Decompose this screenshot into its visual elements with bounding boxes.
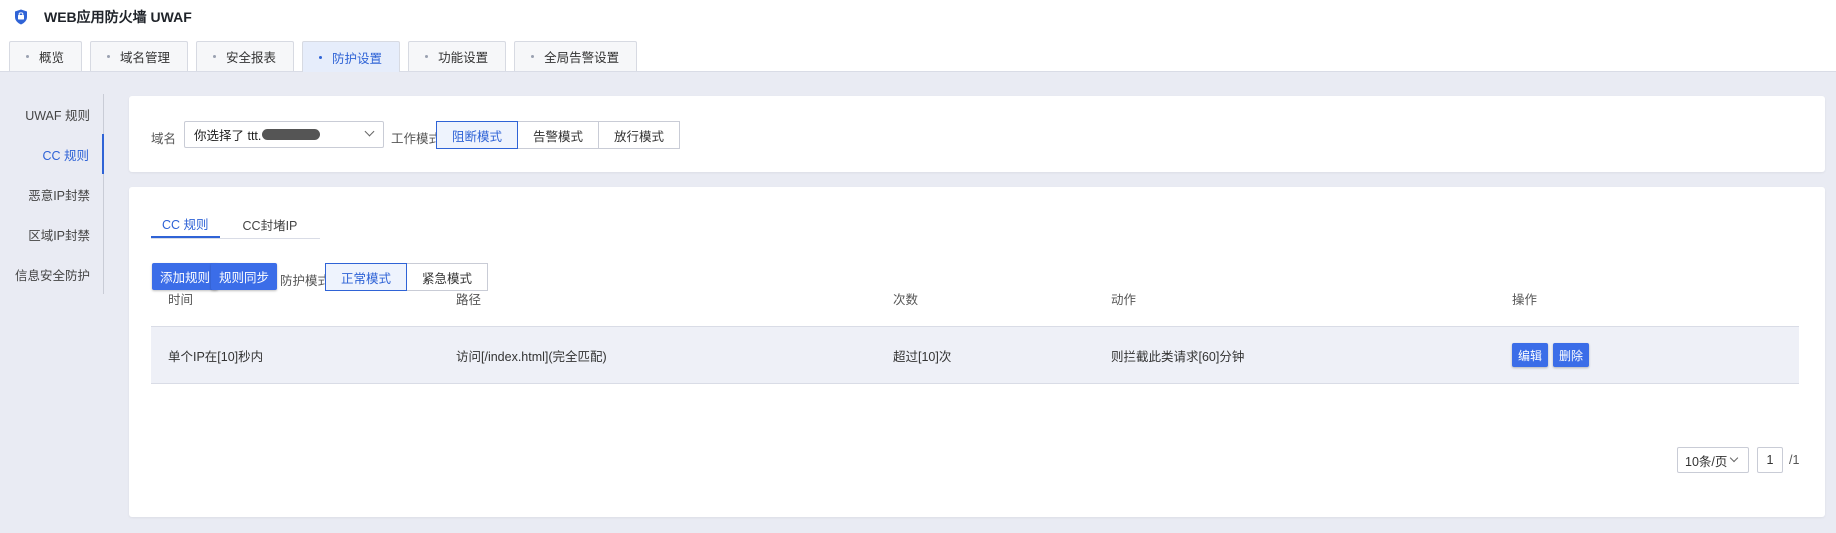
column-header-time: 时间 <box>168 293 194 307</box>
chevron-down-icon <box>364 126 375 137</box>
cell-operations: 编辑 删除 <box>1509 343 1799 367</box>
page-number-input[interactable]: 1 <box>1757 447 1783 473</box>
tab-label: 安全报表 <box>226 51 277 65</box>
page-total: /1 <box>1789 453 1800 467</box>
tab-feature-settings[interactable]: 功能设置 <box>408 41 507 71</box>
tab-label: 功能设置 <box>438 51 489 65</box>
mode-normal-button[interactable]: 正常模式 <box>325 263 408 291</box>
tab-label: 防护设置 <box>332 51 383 66</box>
delete-button[interactable]: 删除 <box>1553 343 1590 367</box>
tab-security-reports[interactable]: 安全报表 <box>196 41 295 71</box>
domain-label: 域名 <box>151 132 177 146</box>
tab-label: 概览 <box>39 51 65 65</box>
cc-rules-card: CC 规则 CC封堵IP 添加规则 规则同步 防护模式:? 正常模式 紧急模式 … <box>129 187 1825 517</box>
tab-label: 全局告警设置 <box>544 51 620 65</box>
cell-time: 单个IP在[10]秒内 <box>168 349 264 364</box>
page-size-value: 10条/页 <box>1685 454 1728 469</box>
bullet-icon <box>319 55 323 59</box>
mode-pass-button[interactable]: 放行模式 <box>598 121 681 149</box>
column-header-action: 动作 <box>1111 293 1137 307</box>
tab-overview[interactable]: 概览 <box>9 41 83 71</box>
domain-filter-card: 域名 你选择了 ttt. 工作模式:? 阻断模式 告警模式 放行模式 <box>129 96 1825 172</box>
tab-global-alert-settings[interactable]: 全局告警设置 <box>514 41 638 71</box>
bullet-icon <box>425 55 429 58</box>
domain-select-value: 你选择了 ttt. <box>194 129 262 143</box>
subtab-cc-blocked-ip[interactable]: CC封堵IP <box>232 210 309 238</box>
subtab-cc-rules[interactable]: CC 规则 <box>151 210 220 238</box>
redacted-mark <box>262 129 321 140</box>
table-row: 单个IP在[10]秒内 访问[/index.html](完全匹配) 超过[10]… <box>151 327 1799 384</box>
sidebar-nav: UWAF 规则 CC 规则 恶意IP封禁 区域IP封禁 信息安全防护 <box>0 94 104 294</box>
app-title: WEB应用防火墙 UWAF <box>44 9 192 25</box>
sidebar-item-info-security[interactable]: 信息安全防护 <box>0 254 104 294</box>
bullet-icon <box>531 55 535 58</box>
edit-button[interactable]: 编辑 <box>1512 343 1549 367</box>
mode-alert-button[interactable]: 告警模式 <box>517 121 600 149</box>
sidebar-item-cc-rules[interactable]: CC 规则 <box>0 134 104 174</box>
page-size-select[interactable]: 10条/页 <box>1677 447 1749 473</box>
rule-subtabs: CC 规则 CC封堵IP <box>151 210 321 239</box>
work-mode-switch: 阻断模式 告警模式 放行模式 <box>436 121 681 149</box>
cell-action: 则拦截此类请求[60]分钟 <box>1111 349 1245 364</box>
mode-block-button[interactable]: 阻断模式 <box>436 121 519 149</box>
sidebar-item-malicious-ip-ban[interactable]: 恶意IP封禁 <box>0 174 104 214</box>
bullet-icon <box>26 55 29 58</box>
main-tabs: 概览 域名管理 安全报表 防护设置 功能设置 全局告警设置 <box>9 41 645 72</box>
sidebar-item-region-ip-ban[interactable]: 区域IP封禁 <box>0 214 104 254</box>
cell-path: 访问[/index.html](完全匹配) <box>456 349 607 364</box>
shield-icon <box>15 9 27 25</box>
sidebar-item-uwaf-rules[interactable]: UWAF 规则 <box>0 94 104 134</box>
top-bar: WEB应用防火墙 UWAF 概览 域名管理 安全报表 防护设置 功能设置 全局告… <box>0 0 1836 72</box>
chevron-down-icon <box>1730 453 1739 463</box>
tab-domain-management[interactable]: 域名管理 <box>90 41 189 71</box>
app-header: WEB应用防火墙 UWAF <box>14 8 192 26</box>
domain-select[interactable]: 你选择了 ttt. <box>184 121 384 148</box>
column-header-count: 次数 <box>893 293 919 307</box>
tab-label: 域名管理 <box>120 51 171 65</box>
tab-protection-settings[interactable]: 防护设置 <box>302 41 401 72</box>
bullet-icon <box>107 55 111 58</box>
column-header-operations: 操作 <box>1512 293 1538 307</box>
column-header-path: 路径 <box>456 293 482 307</box>
cell-count: 超过[10]次 <box>893 349 952 364</box>
bullet-icon <box>213 55 217 58</box>
